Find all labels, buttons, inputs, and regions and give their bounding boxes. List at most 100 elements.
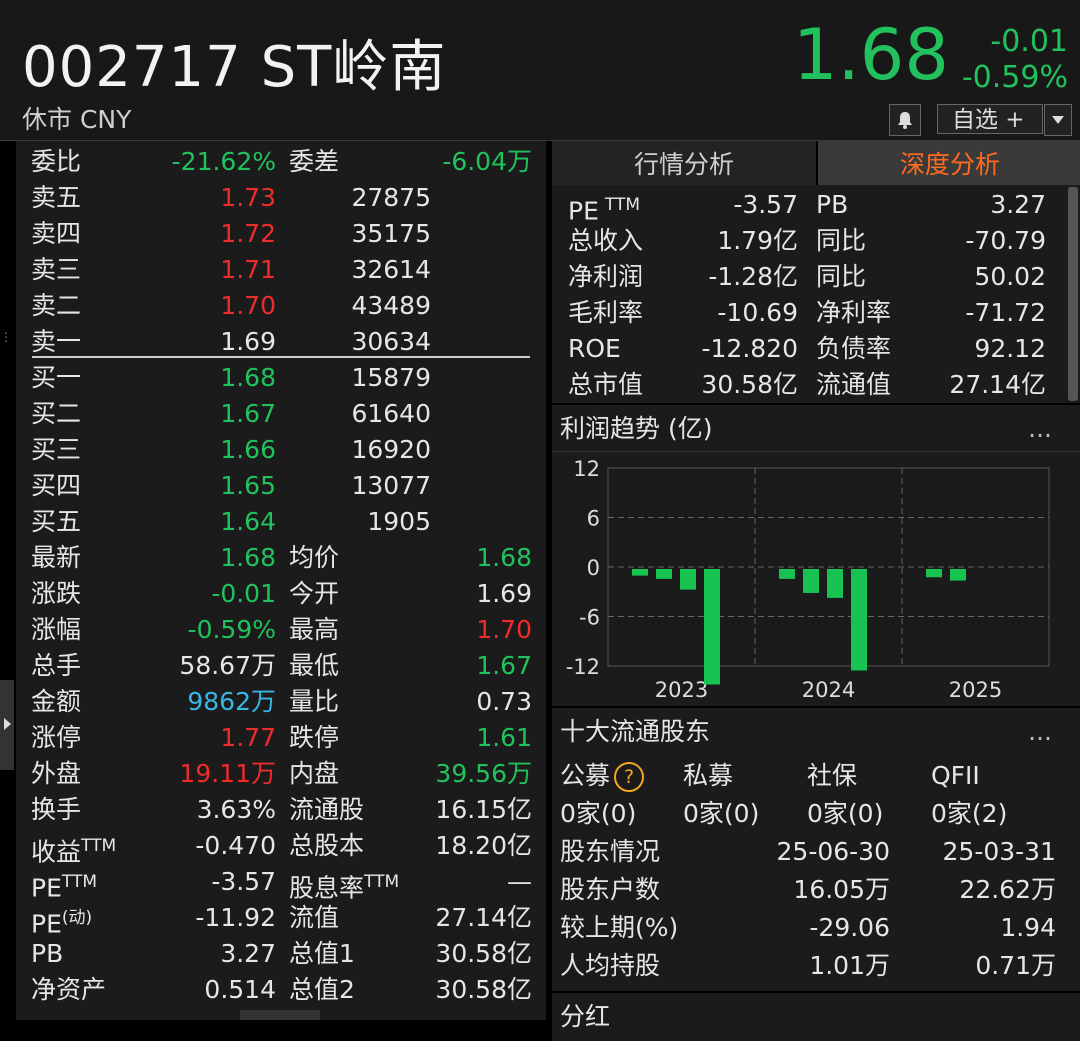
metric-value: 1.79亿 (717, 226, 798, 255)
watchlist-dropdown-button[interactable] (1044, 104, 1072, 136)
stat-label: 外盘 (31, 759, 82, 788)
ask-label: 卖一 (31, 327, 82, 356)
stat-value: 19.11万 (179, 759, 276, 788)
holder-stat-row: 股东户数 16.05万 22.62万 (552, 871, 1080, 909)
metric-value-2: 92.12 (974, 334, 1046, 363)
holder-count-qfii: 0家(2) (931, 799, 1008, 828)
stat-row: 涨幅 -0.59% 最高 1.70 (16, 612, 546, 648)
analysis-panel: 行情分析 深度分析 PE TTM -3.57 PB 3.27 总收入 1.79亿 同比 -70.… (550, 141, 1080, 1041)
holder-stat-label: 较上期(%) (560, 913, 679, 942)
stat-label: 涨停 (31, 723, 82, 752)
stat-value-2: 39.56万 (435, 759, 532, 788)
metric-row: PE TTM -3.57 PB 3.27 (552, 187, 1062, 225)
bid-label: 买一 (31, 363, 82, 392)
metric-value: -12.820 (701, 334, 799, 363)
ask-label: 卖四 (31, 219, 82, 248)
bottom-collapse-handle[interactable] (240, 1010, 320, 1020)
ask-volume: 30634 (351, 327, 431, 356)
stat-value: -3.57 (211, 867, 276, 896)
bid-volume: 61640 (351, 399, 431, 428)
metric-value-2: 50.02 (974, 262, 1046, 291)
ask-price: 1.73 (220, 183, 276, 212)
metric-row: 净利润 -1.28亿 同比 50.02 (552, 259, 1062, 295)
profit-bar (851, 569, 867, 671)
profit-more-button[interactable]: ... (1028, 405, 1052, 453)
stat-row: 总手 58.67万 最低 1.67 (16, 648, 546, 684)
stock-title: 002717 ST岭南 (22, 35, 447, 100)
metric-label: 总收入 (568, 226, 644, 255)
holder-counts-row: 0家(0) 0家(0) 0家(0) 0家(2) (552, 795, 1080, 833)
bid-label: 买四 (31, 471, 82, 500)
tab-deep-analysis[interactable]: 深度分析 (818, 141, 1080, 185)
ask-row: 卖三 1.71 32614 (16, 252, 546, 288)
metrics-scrollbar[interactable] (1068, 187, 1078, 401)
bid-label: 买三 (31, 435, 82, 464)
bid-row: 买一 1.68 15879 (16, 360, 546, 396)
profit-chart-svg: 12 6 0 -6 -12 2023 2024 2025 (566, 457, 1050, 702)
stat-label: 换手 (31, 795, 82, 824)
stat-label-2: 总股本 (289, 831, 365, 860)
change-value: -0.01 (990, 24, 1068, 59)
holder-stat-current: 1.01万 (809, 951, 890, 980)
quote-header: 002717 ST岭南 休市 CNY 1.68 -0.01 -0.59% 自选 … (0, 0, 1080, 141)
metric-label-2: 负债率 (816, 334, 892, 363)
metric-value: 30.58亿 (701, 370, 798, 399)
holders-more-button[interactable]: ... (1028, 708, 1052, 756)
stat-value-2: 18.20亿 (435, 831, 532, 860)
stat-value-2: 1.68 (476, 543, 532, 572)
metric-row: ROE -12.820 负债率 92.12 (552, 331, 1062, 367)
stat-label-2: 内盘 (289, 759, 340, 788)
bid-volume: 15879 (351, 363, 431, 392)
stat-row: 涨跌 -0.01 今开 1.69 (16, 576, 546, 612)
y-tick-label: -12 (566, 655, 600, 679)
stat-row: PB 3.27 总值1 30.58亿 (16, 936, 546, 972)
tab-market-analysis[interactable]: 行情分析 (552, 141, 816, 185)
bid-price: 1.64 (220, 507, 276, 536)
ask-volume: 27875 (351, 183, 431, 212)
metric-label-2: 同比 (816, 262, 867, 291)
stat-value: -11.92 (195, 903, 276, 932)
holder-count-gongmu: 0家(0) (560, 799, 637, 828)
holder-stat-label: 股东情况 (560, 837, 661, 866)
profit-trend-chart: 12 6 0 -6 -12 2023 2024 2025 (552, 451, 1080, 702)
stat-row: 换手 3.63% 流通股 16.15亿 (16, 792, 546, 828)
bid-price: 1.67 (220, 399, 276, 428)
ask-volume: 32614 (351, 255, 431, 284)
stat-label-2: 流值 (289, 903, 340, 932)
stat-label-2: 最低 (289, 651, 340, 680)
expand-panel-arrow-icon[interactable] (0, 680, 14, 770)
side-grip-icon[interactable]: ⋮⋮ (0, 330, 24, 354)
stat-label: 涨幅 (31, 615, 82, 644)
metric-value-2: 3.27 (990, 190, 1046, 219)
stat-label-2: 跌停 (289, 723, 340, 752)
metric-label: 总市值 (568, 370, 644, 399)
stat-label-2: 流通股 (289, 795, 365, 824)
metric-value-2: -71.72 (965, 298, 1046, 327)
stat-row: 净资产 0.514 总值2 30.58亿 (16, 972, 546, 1008)
dividend-header: 分红 (552, 991, 1080, 1041)
stat-value: 3.27 (220, 939, 276, 968)
stat-value-2: 0.73 (476, 687, 532, 716)
add-to-watchlist-button[interactable]: 自选 + (937, 104, 1043, 134)
last-price: 1.68 (793, 14, 949, 96)
stat-row: PETTM -3.57 股息率TTM — (16, 864, 546, 902)
weibi-value: -21.62% (171, 147, 276, 176)
stat-label-2: 总值1 (289, 939, 355, 968)
holder-type-qfii: QFII (931, 761, 980, 790)
holder-type-shebao: 社保 (807, 761, 858, 790)
profit-trend-header: 利润趋势 (亿) ... (552, 403, 1080, 453)
holder-stat-current: -29.06 (809, 913, 890, 942)
weicha-value: -6.04万 (442, 147, 532, 176)
holder-stat-row: 人均持股 1.01万 0.71万 (552, 947, 1080, 985)
help-icon[interactable]: ? (614, 762, 645, 792)
ask-label: 卖三 (31, 255, 82, 284)
stat-label: 涨跌 (31, 579, 82, 608)
stat-value-2: 1.67 (476, 651, 532, 680)
alert-bell-button[interactable] (889, 104, 921, 136)
stat-value-2: 30.58亿 (435, 939, 532, 968)
stat-value: 1.68 (220, 543, 276, 572)
holder-count-shebao: 0家(0) (807, 799, 884, 828)
weibi-label: 委比 (31, 147, 82, 176)
holder-stat-previous: 0.71万 (975, 951, 1056, 980)
bid-label: 买五 (31, 507, 82, 536)
